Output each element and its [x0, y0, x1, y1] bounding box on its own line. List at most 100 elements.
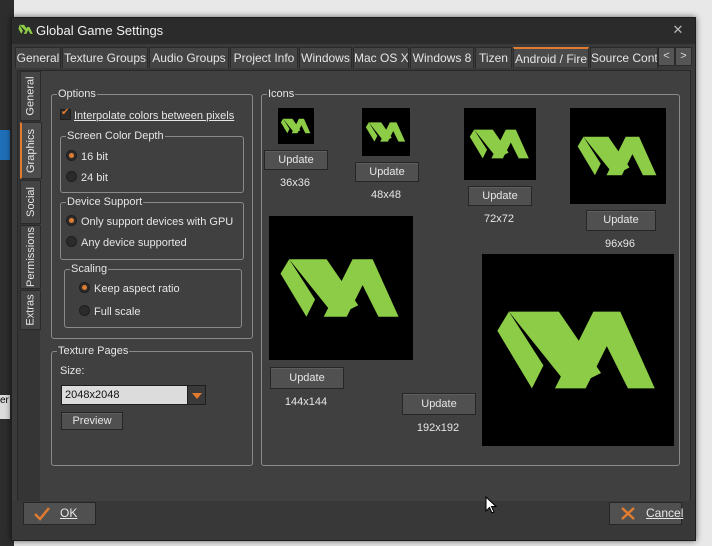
tab-tizen[interactable]: Tizen — [475, 47, 512, 68]
cancel-button[interactable]: Cancel — [609, 502, 684, 525]
checkmark-icon — [34, 507, 50, 521]
interpolate-colors-checkbox[interactable]: Interpolate colors between pixels — [60, 107, 235, 122]
gamemaker-logo-icon — [280, 118, 311, 134]
tab-android-fire[interactable]: Android / Fire — [513, 47, 589, 67]
side-tab-extras[interactable]: Extras — [20, 290, 41, 330]
radio-label: 16 bit — [81, 151, 108, 163]
radio-indicator — [66, 171, 77, 182]
tab-scroll-left-button[interactable]: < — [658, 47, 675, 66]
side-tab-label: Extras — [24, 294, 37, 326]
tab-general[interactable]: General — [15, 47, 61, 68]
tab-source-control[interactable]: Source Cont — [590, 47, 658, 68]
update-button-36[interactable]: Update — [264, 150, 328, 170]
screen-color-depth-title: Screen Color Depth — [66, 129, 165, 143]
cancel-label: Cancel — [646, 506, 684, 520]
side-tab-permissions[interactable]: Permissions — [20, 225, 41, 289]
radio-label: Only support devices with GPU — [81, 216, 234, 228]
tab-windows-8[interactable]: Windows 8 — [410, 47, 474, 68]
icon-preview-72 — [464, 108, 536, 180]
radio-indicator — [66, 215, 77, 226]
gamemaker-logo-icon — [365, 122, 406, 142]
update-button-144[interactable]: Update — [270, 367, 344, 389]
tab-content-panel: General Graphics Social Permissions Extr… — [17, 70, 691, 502]
window-title: Global Game Settings — [36, 23, 164, 38]
tab-mac-os-x[interactable]: Mac OS X — [353, 47, 409, 68]
side-tab-label: Graphics — [25, 128, 38, 173]
radio-label: Any device supported — [81, 237, 187, 249]
scaling-group: Scaling Keep aspect ratio Full scale — [64, 262, 242, 328]
icon-preview-96 — [570, 108, 666, 204]
texture-pages-title: Texture Pages — [57, 344, 130, 358]
platform-tab-strip: General Texture Groups Audio Groups Proj… — [15, 47, 692, 69]
radio-keep-aspect-ratio[interactable]: Keep aspect ratio — [79, 282, 180, 295]
ok-button[interactable]: OK — [23, 502, 96, 525]
global-game-settings-dialog: Global Game Settings ✕ General Texture G… — [11, 17, 696, 541]
radio-label: 24 bit — [81, 172, 108, 184]
icons-group: Icons Update 36x36 Update 48x48 Update 7… — [261, 87, 680, 466]
options-group: Options Interpolate colors between pixel… — [51, 87, 253, 339]
tab-scroll-right-button[interactable]: > — [675, 47, 692, 66]
cancel-x-icon — [621, 507, 635, 520]
side-tab-graphics[interactable]: Graphics — [20, 122, 42, 179]
texture-page-size-value: 2048x2048 — [65, 389, 120, 401]
icon-size-label-36: 36x36 — [280, 177, 310, 189]
tab-windows[interactable]: Windows — [299, 47, 352, 68]
mouse-cursor-icon — [485, 496, 497, 514]
side-tab-label: Permissions — [24, 227, 37, 287]
title-bar: Global Game Settings ✕ — [12, 18, 695, 44]
icon-size-label-48: 48x48 — [371, 189, 401, 201]
side-tab-general[interactable]: General — [20, 71, 41, 121]
icon-preview-48 — [362, 108, 410, 156]
ok-label: OK — [60, 506, 78, 520]
radio-indicator — [66, 236, 77, 247]
radio-label: Full scale — [94, 306, 141, 318]
radio-indicator — [66, 150, 77, 161]
radio-full-scale[interactable]: Full scale — [79, 305, 140, 318]
radio-label: Keep aspect ratio — [94, 283, 180, 295]
scaling-title: Scaling — [70, 262, 109, 276]
chevron-down-icon[interactable] — [187, 386, 205, 404]
gamemaker-logo-icon — [18, 24, 33, 34]
tab-audio-groups[interactable]: Audio Groups — [149, 47, 229, 68]
radio-24-bit[interactable]: 24 bit — [66, 171, 108, 184]
icons-title: Icons — [267, 87, 296, 101]
tab-project-info[interactable]: Project Info — [230, 47, 298, 68]
tab-texture-groups[interactable]: Texture Groups — [62, 47, 148, 68]
interpolate-label: Interpolate colors between pixels — [74, 110, 235, 122]
texture-page-size-select[interactable]: 2048x2048 — [61, 385, 206, 405]
icon-preview-144 — [269, 216, 413, 360]
side-tab-strip: General Graphics Social Permissions Extr… — [18, 71, 42, 501]
icon-size-label-192: 192x192 — [416, 422, 460, 434]
radio-indicator — [79, 282, 90, 293]
background-selected-strip — [0, 130, 10, 160]
radio-any-device[interactable]: Any device supported — [66, 236, 187, 249]
update-button-96[interactable]: Update — [586, 210, 656, 231]
icon-preview-192 — [482, 254, 674, 446]
size-label: Size: — [60, 365, 85, 377]
gamemaker-logo-icon — [497, 311, 655, 389]
screen-color-depth-group: Screen Color Depth 16 bit 24 bit — [60, 129, 244, 193]
update-button-48[interactable]: Update — [355, 162, 419, 182]
radio-gpu-only[interactable]: Only support devices with GPU — [66, 215, 233, 228]
gamemaker-logo-icon — [469, 129, 529, 159]
options-title: Options — [57, 87, 97, 101]
gamemaker-logo-icon — [577, 136, 657, 176]
background-label: er — [0, 395, 10, 419]
icon-size-label-96: 96x96 — [605, 238, 635, 250]
side-tab-social[interactable]: Social — [20, 180, 41, 224]
side-tab-label: Social — [24, 187, 37, 217]
checkbox-indicator — [60, 107, 71, 120]
update-button-192[interactable]: Update — [402, 393, 476, 415]
device-support-title: Device Support — [66, 195, 144, 209]
close-button[interactable]: ✕ — [667, 22, 689, 38]
dialog-footer — [12, 501, 695, 540]
update-button-72[interactable]: Update — [468, 186, 532, 206]
texture-pages-group: Texture Pages Size: 2048x2048 Preview — [51, 344, 253, 466]
icon-size-label-144: 144x144 — [284, 396, 328, 408]
device-support-group: Device Support Only support devices with… — [60, 195, 244, 260]
close-icon: ✕ — [672, 22, 684, 37]
radio-indicator — [79, 305, 90, 316]
preview-button[interactable]: Preview — [61, 412, 123, 430]
radio-16-bit[interactable]: 16 bit — [66, 150, 108, 163]
icon-size-label-72: 72x72 — [484, 213, 514, 225]
